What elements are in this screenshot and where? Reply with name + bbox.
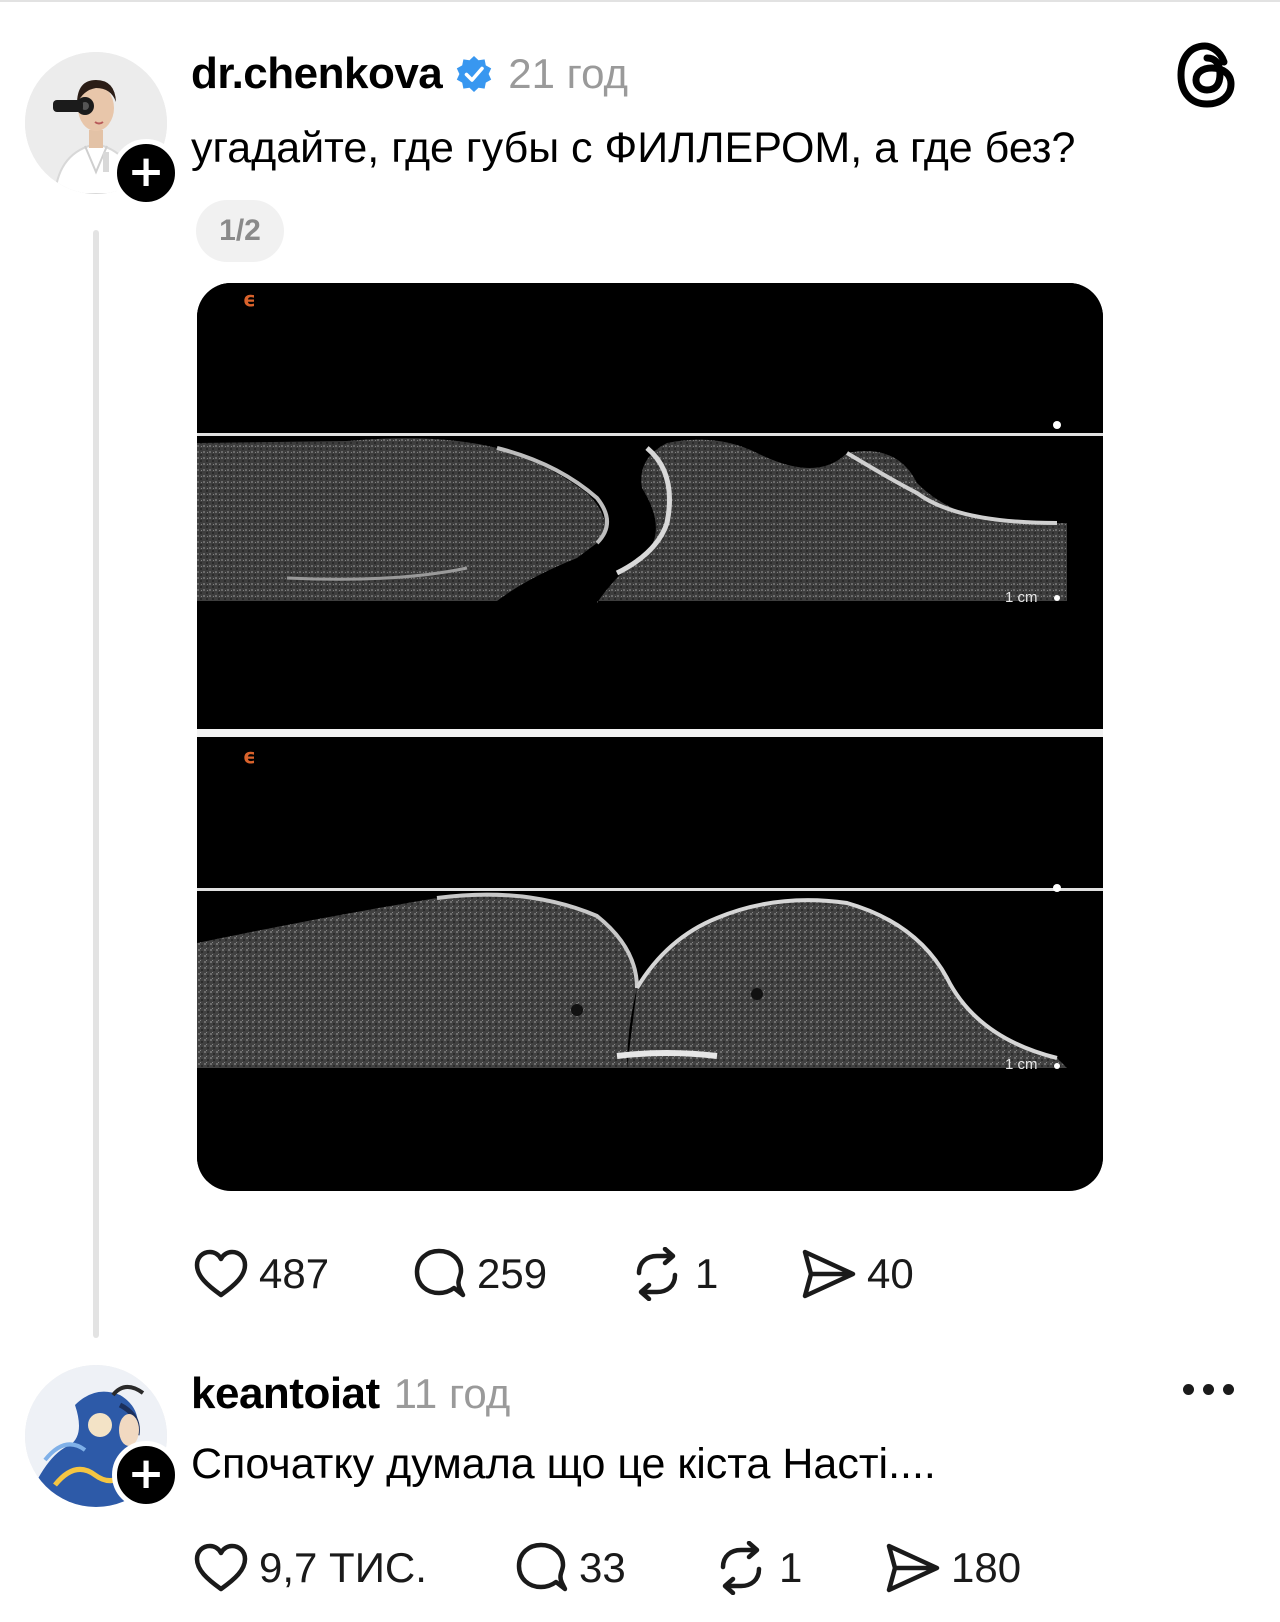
post-username[interactable]: dr.chenkova — [191, 49, 443, 99]
ultrasound-brand-icon: ϵ — [243, 287, 256, 311]
verified-badge-icon — [457, 56, 492, 92]
post-text: угадайте, где губы с ФИЛЛЕРОМ, а где без… — [191, 124, 1076, 172]
share-button[interactable]: 40 — [799, 1247, 914, 1301]
heart-icon — [194, 1249, 248, 1298]
ultrasound-scan-top: ϵ 1 cm — [197, 283, 1103, 726]
share-icon — [886, 1543, 940, 1593]
follow-plus-icon[interactable]: + — [112, 139, 180, 207]
comment-icon — [414, 1248, 466, 1298]
post-action-bar: 487 259 1 40 — [193, 1244, 914, 1304]
heart-icon — [194, 1543, 248, 1592]
top-divider — [0, 0, 1280, 2]
like-count: 9,7 ТИС. — [259, 1544, 427, 1591]
reply-time[interactable]: 11 год — [394, 1370, 511, 1418]
reply-text: Спочатку думала що це кіста Насті.... — [191, 1440, 936, 1488]
reply-count: 33 — [579, 1544, 626, 1591]
reply-action-bar: 9,7 ТИС. 33 1 180 — [193, 1538, 1021, 1598]
repost-icon — [720, 1541, 762, 1595]
reply-username[interactable]: keantoiat — [191, 1369, 380, 1419]
share-icon — [802, 1249, 856, 1299]
share-button[interactable]: 180 — [883, 1541, 1021, 1595]
post-time[interactable]: 21 год — [508, 50, 628, 98]
scan-divider — [197, 729, 1103, 737]
comment-icon — [516, 1542, 568, 1592]
reply-button[interactable]: 33 — [513, 1541, 713, 1595]
post-header: dr.chenkova 21 год — [191, 46, 628, 102]
media-counter: 1/2 — [196, 200, 284, 262]
like-button[interactable]: 487 — [193, 1248, 411, 1300]
repost-icon — [636, 1247, 678, 1301]
thread-connector-line — [93, 230, 99, 1338]
post-media-image[interactable]: ϵ 1 cm ϵ 1 cm — [197, 283, 1103, 1191]
share-count: 180 — [951, 1544, 1022, 1591]
like-count: 487 — [259, 1250, 330, 1297]
reply-button[interactable]: 259 — [411, 1247, 629, 1301]
repost-button[interactable]: 1 — [629, 1247, 799, 1301]
reply-header: keantoiat 11 год — [191, 1366, 510, 1422]
repost-count: 1 — [779, 1544, 803, 1591]
ultrasound-scan-bottom: ϵ 1 cm — [197, 738, 1103, 1181]
threads-logo-icon[interactable] — [1174, 40, 1240, 110]
scale-label-bottom: 1 cm — [1005, 1056, 1038, 1073]
like-button[interactable]: 9,7 ТИС. — [193, 1542, 513, 1594]
scale-label-top: 1 cm — [1005, 589, 1038, 606]
reply-count: 259 — [477, 1250, 548, 1297]
follow-plus-icon[interactable]: + — [112, 1441, 180, 1509]
more-icon[interactable] — [1183, 1384, 1234, 1395]
ultrasound-brand-icon: ϵ — [243, 744, 256, 768]
repost-button[interactable]: 1 — [713, 1541, 883, 1595]
repost-count: 1 — [695, 1250, 719, 1297]
share-count: 40 — [867, 1250, 914, 1297]
